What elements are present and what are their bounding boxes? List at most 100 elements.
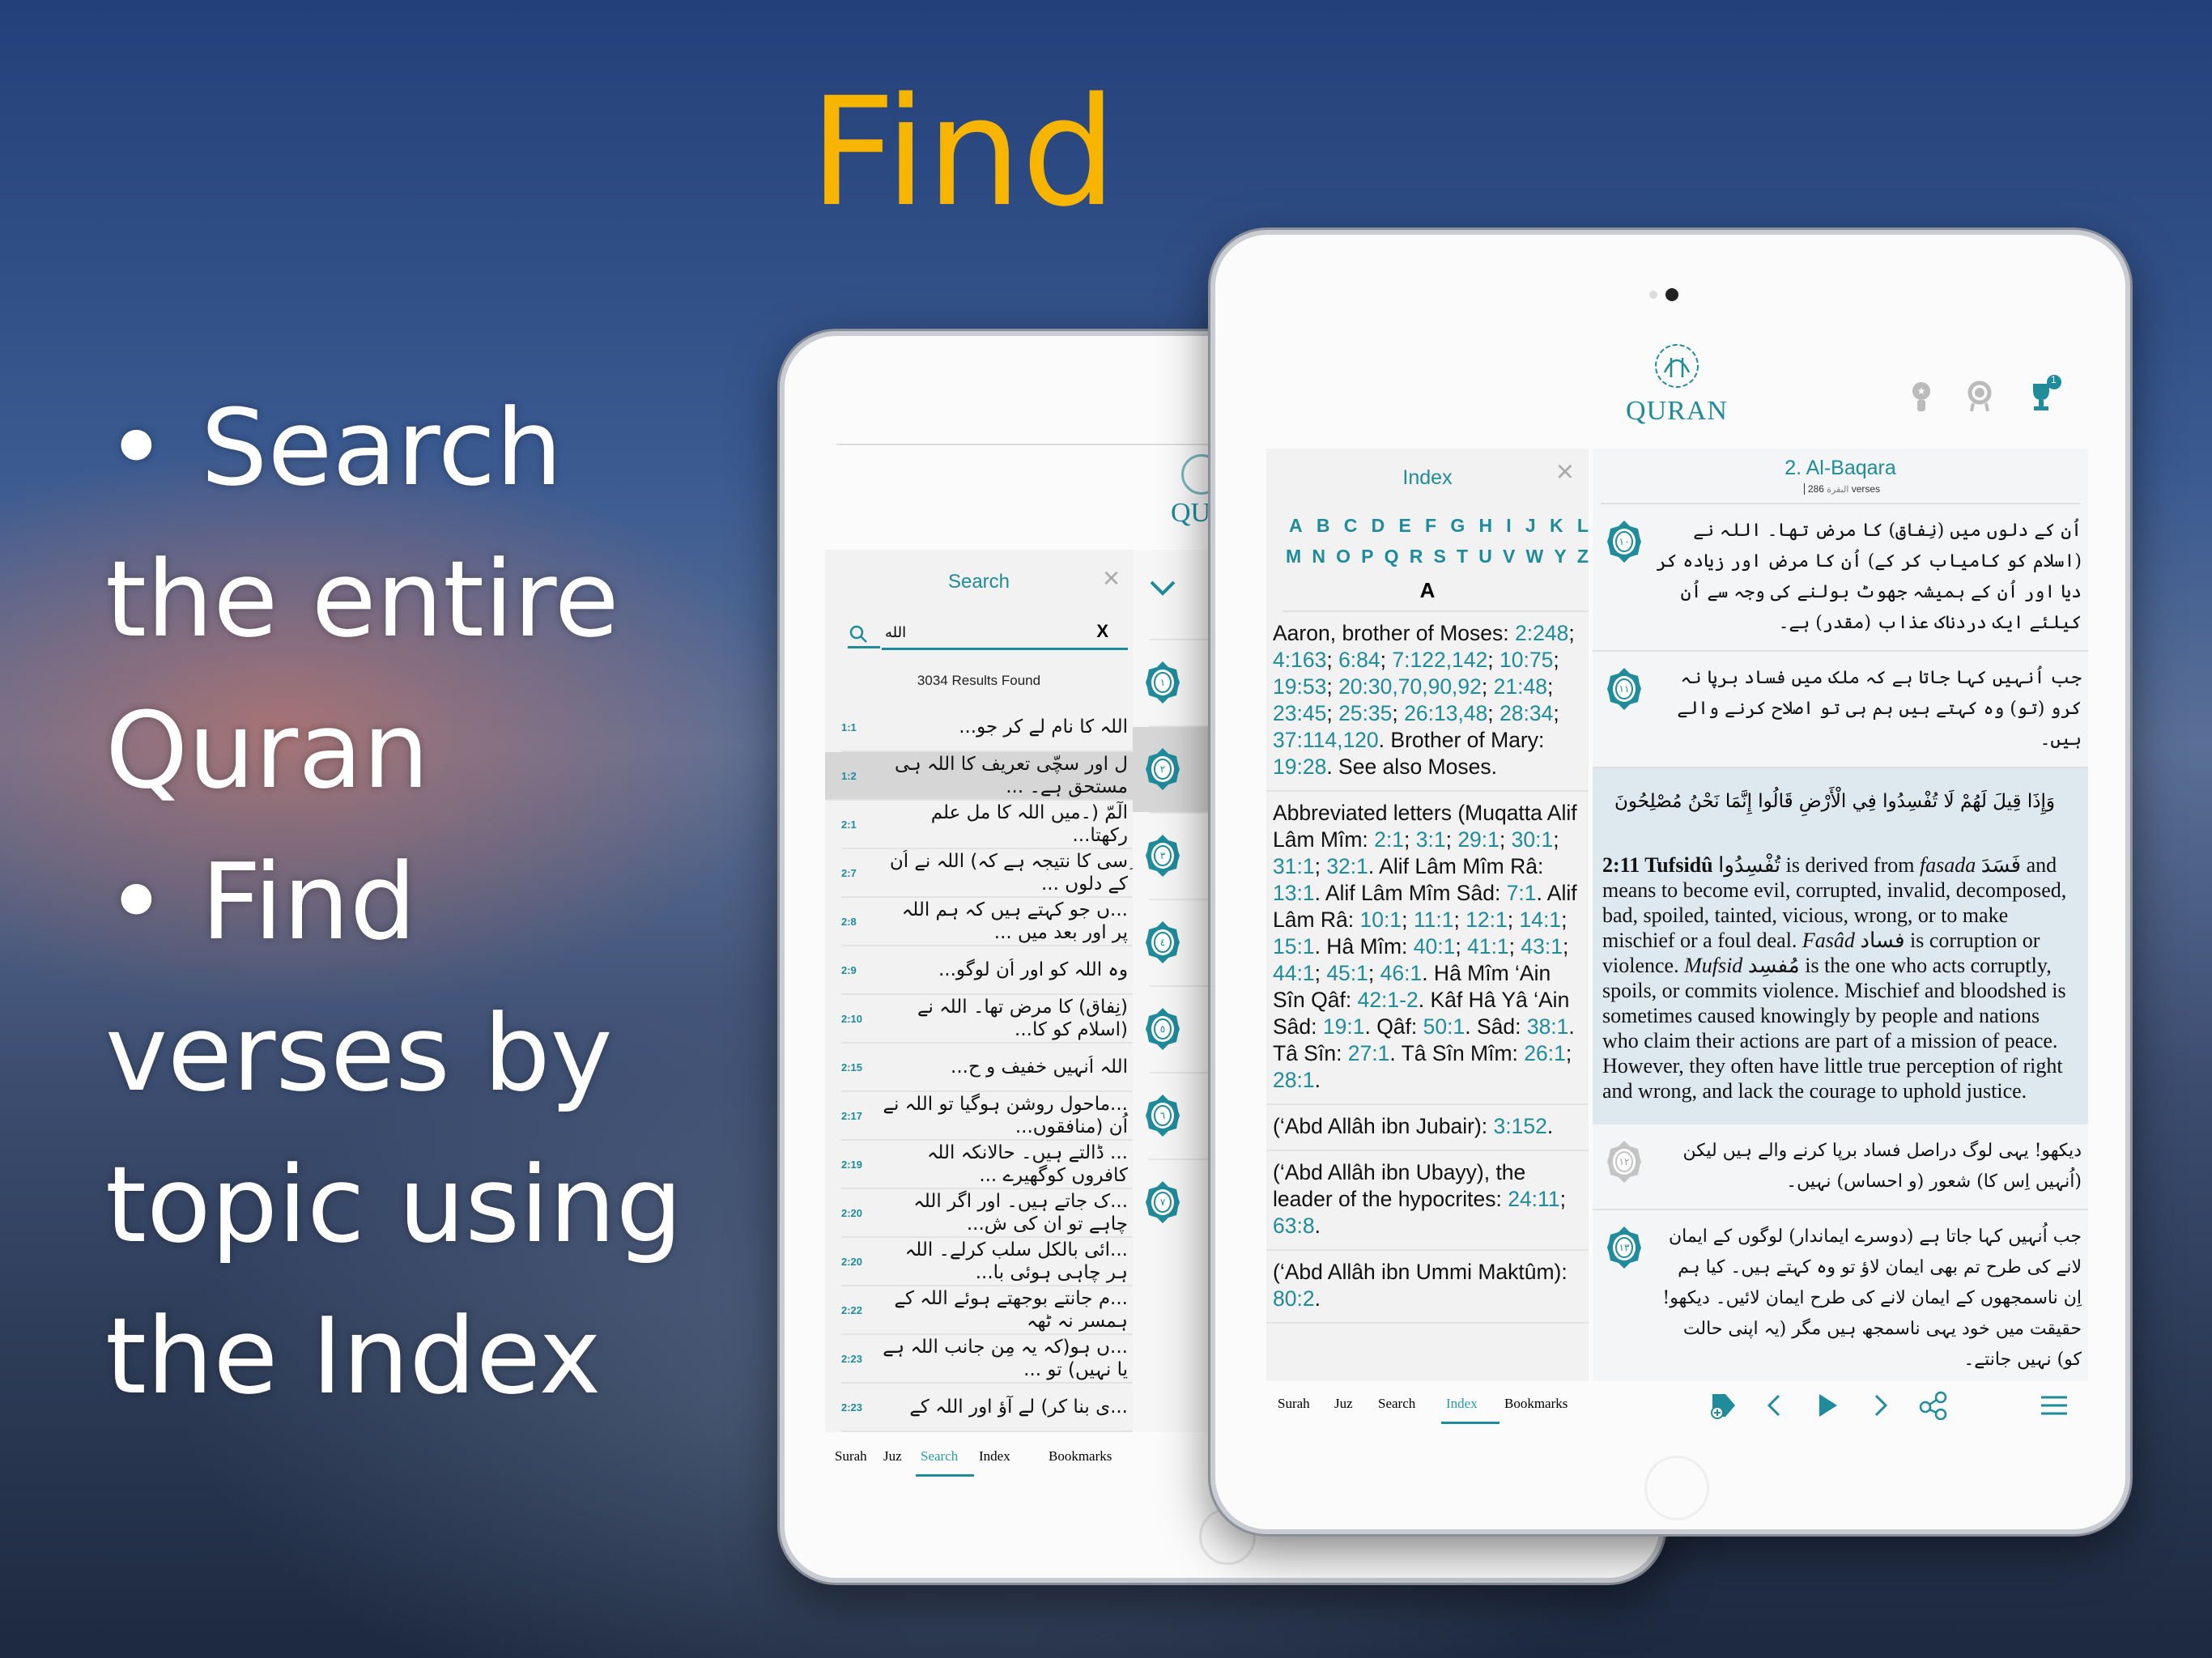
tab-bookmarks[interactable]: Bookmarks (1504, 1396, 1568, 1412)
verse-ref-link[interactable]: 24:11 (1508, 1187, 1559, 1211)
verse-ref-link[interactable]: 19:1 (1323, 1014, 1365, 1039)
selected-verse-tafsir[interactable]: وَإِذَا قِيلَ لَهُمْ لَا تُفْسِدُوا فِي … (1593, 768, 2088, 1124)
tab-index[interactable]: Index (979, 1448, 1010, 1465)
verse-number-marker[interactable]: ٦ (1144, 1093, 1181, 1138)
close-icon[interactable]: × (1556, 455, 1574, 490)
tab-index[interactable]: Index (1446, 1396, 1478, 1412)
verse-ref-link[interactable]: 40:1 (1414, 934, 1456, 959)
verse-ref-link[interactable]: 7:1 (1507, 881, 1537, 905)
verse-ref-link[interactable]: 2:1 (1374, 827, 1404, 852)
verse-ref-link[interactable]: 7:122,142 (1392, 648, 1487, 672)
letter-z[interactable]: Z (1577, 546, 1589, 568)
verse-ref-link[interactable]: 2:248 (1515, 621, 1568, 645)
verse-ref-link[interactable]: 46:1 (1380, 961, 1423, 985)
search-result-row[interactable]: 2:15 اللہ اُنہیں خفیف و ح... (841, 1044, 1133, 1092)
search-result-row[interactable]: 2:17 ...ماحول روشن ہوگیا تو اللہ نے اُن (… (841, 1092, 1133, 1141)
verse-number-marker[interactable]: ١٠ (1606, 519, 1643, 564)
verse-ref-link[interactable]: 6:84 (1338, 648, 1380, 672)
verse-ref-link[interactable]: 19:53 (1273, 674, 1326, 699)
search-result-row[interactable]: 2:20 ...ائی بالکل سلب کرلے۔ اللہ ہر چاہی … (841, 1238, 1133, 1286)
search-result-row[interactable]: 2:7ِسی کا نتیجہ ہے کہ) اللہ نے اُن کے دل… (841, 849, 1133, 898)
search-input[interactable]: الله X (882, 621, 1128, 650)
verse-number-marker[interactable]: ١١ (1606, 666, 1643, 712)
verse-number-marker[interactable]: ٢ (1144, 746, 1181, 792)
letter-y[interactable]: Y (1554, 546, 1566, 568)
menu-icon[interactable] (2038, 1391, 2070, 1424)
verse-ref-link[interactable]: 44:1 (1273, 961, 1315, 985)
verse-ref-link[interactable]: 11:1 (1414, 908, 1454, 932)
letter-l[interactable]: L (1577, 515, 1589, 537)
letter-h[interactable]: H (1478, 515, 1492, 537)
verse-ref-link[interactable]: 3:152 (1494, 1114, 1547, 1138)
badge-star-icon[interactable]: ★ (1910, 380, 1933, 417)
index-entries[interactable]: Aaron, brother of Moses: 2:248; 4:163; 6… (1266, 612, 1589, 1324)
verse-number-marker[interactable]: ٧ (1144, 1180, 1181, 1225)
verse-number-marker[interactable]: ٣ (1144, 833, 1181, 878)
verse-ref-link[interactable]: 28:34 (1499, 701, 1553, 725)
verse-row[interactable]: ١٠ اُن کے دلوں میں (نِفاق) کا مرض تھا۔ ال… (1593, 504, 2088, 652)
verse-ref-link[interactable]: 45:1 (1326, 961, 1368, 985)
letter-u[interactable]: U (1478, 546, 1492, 568)
verse-ref-link[interactable]: 80:2 (1273, 1286, 1315, 1311)
tab-juz[interactable]: Juz (1334, 1396, 1353, 1412)
add-tag-icon[interactable] (1709, 1391, 1738, 1424)
verse-ref-link[interactable]: 10:1 (1360, 908, 1402, 932)
tab-search[interactable]: Search (1378, 1396, 1415, 1412)
letter-w[interactable]: W (1525, 546, 1543, 568)
share-icon[interactable] (1918, 1391, 1950, 1424)
search-result-row[interactable]: 2:10 (نِفاق) کا مرض تھا۔ اللہ نے (اسلام ک… (841, 995, 1133, 1044)
verse-ref-link[interactable]: 41:1 (1467, 934, 1509, 959)
letter-i[interactable]: I (1506, 515, 1511, 537)
verse-ref-link[interactable]: 3:1 (1416, 827, 1446, 852)
thumbs-up-badge-icon[interactable] (1967, 380, 1993, 417)
verse-ref-link[interactable]: 23:45 (1273, 701, 1326, 725)
verse-ref-link[interactable]: 42:1-2 (1358, 988, 1419, 1012)
verse-row[interactable]: ١٣ جب اُنہیں کہا جاتا ہے (دوسرے ایماندار)… (1593, 1210, 2088, 1381)
close-icon[interactable]: × (1103, 561, 1120, 595)
letter-v[interactable]: V (1503, 546, 1515, 568)
letter-n[interactable]: N (1312, 546, 1325, 568)
verse-number-marker[interactable]: ١ (1144, 660, 1181, 705)
verse-ref-link[interactable]: 27:1 (1348, 1041, 1390, 1065)
letter-m[interactable]: M (1286, 546, 1301, 568)
search-result-row[interactable]: 2:1 الٓمّ (۔میں اللہ کا مل علم رکھتا... (841, 801, 1133, 849)
search-result-row[interactable]: 1:1 اللہ کا نام لے کر جو... (841, 704, 1133, 752)
letter-c[interactable]: C (1344, 515, 1358, 537)
verse-ref-link[interactable]: 30:1 (1512, 827, 1554, 852)
verse-ref-link[interactable]: 26:1 (1524, 1041, 1566, 1065)
tab-bookmarks[interactable]: Bookmarks (1049, 1448, 1112, 1465)
verse-ref-link[interactable]: 13:1 (1273, 881, 1315, 905)
tab-juz[interactable]: Juz (883, 1448, 902, 1465)
collapse-chevron-icon[interactable] (1149, 579, 1176, 601)
tab-surah[interactable]: Surah (835, 1448, 867, 1465)
verse-ref-link[interactable]: 25:35 (1338, 701, 1392, 725)
search-results-list[interactable]: 1:1 اللہ کا نام لے کر جو... 1:2 ل اور سچّی … (825, 704, 1133, 1432)
chevron-right-icon[interactable] (1866, 1391, 1895, 1424)
verse-ref-link[interactable]: 26:13,48 (1404, 701, 1487, 725)
verse-ref-link[interactable]: 63:8 (1273, 1214, 1315, 1238)
verse-number-marker[interactable]: ٤ (1144, 920, 1181, 965)
letter-a[interactable]: A (1289, 515, 1303, 537)
letter-s[interactable]: S (1433, 546, 1445, 568)
verse-ref-link[interactable]: 21:48 (1494, 674, 1547, 699)
verse-ref-link[interactable]: 4:163 (1273, 648, 1326, 672)
letter-r[interactable]: R (1410, 546, 1423, 568)
verse-row[interactable]: ١٢ دیکھو! یہی لوگ دراصل فساد برپا کرنے وا… (1593, 1124, 2088, 1210)
letter-j[interactable]: J (1525, 515, 1536, 537)
clear-search-button[interactable]: X (1096, 621, 1108, 642)
letter-g[interactable]: G (1450, 515, 1465, 537)
verse-ref-link[interactable]: 15:1 (1273, 934, 1315, 959)
letter-q[interactable]: Q (1385, 546, 1399, 568)
search-result-row[interactable]: 2:23 ...ں ہو(کہ یہ مِن جانب اللہ ہے یا نہ… (841, 1335, 1133, 1384)
search-result-row[interactable]: 2:20 ...ک جاتے ہیں۔ اور اگر اللہ چاہے تو … (841, 1189, 1133, 1238)
verse-ref-link[interactable]: 43:1 (1521, 934, 1563, 959)
verse-number-marker[interactable]: ١٢ (1606, 1139, 1643, 1184)
verse-ref-link[interactable]: 28:1 (1273, 1068, 1315, 1092)
verse-ref-link[interactable]: 29:1 (1457, 827, 1499, 852)
verse-ref-link[interactable]: 19:28 (1273, 755, 1326, 779)
search-result-row[interactable]: 2:22 ...م جانتے بوجھتے ہوئے اللہ کے ہمسر … (841, 1286, 1133, 1335)
search-result-row[interactable]: 2:23 ...ی بنا کر) لے آؤ اور اللہ کے (841, 1384, 1133, 1432)
tab-surah[interactable]: Surah (1278, 1396, 1310, 1412)
verse-ref-link[interactable]: 10:75 (1499, 648, 1553, 672)
search-result-row[interactable]: 2:19 ... ڈالتے ہیں۔ حالانکہ اللہ کافروں ک… (841, 1141, 1133, 1189)
